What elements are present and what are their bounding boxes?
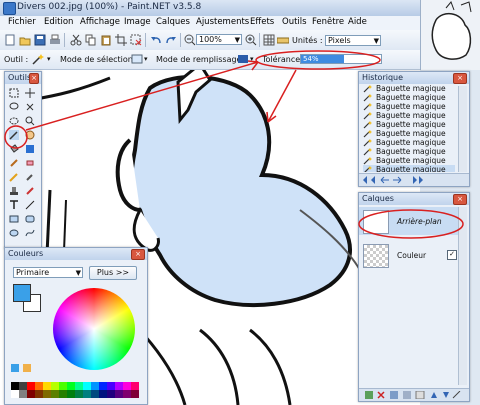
paint-net-window: Divers 002.jpg (100%) - Paint.NET v3.5.8…: [0, 0, 480, 405]
primary-color-swatch[interactable]: [13, 284, 31, 302]
annotation-overlay: [4, 50, 464, 239]
layer-highlight-ellipse: [358, 209, 464, 239]
tolerance-highlight-ellipse: [255, 50, 381, 70]
tool-highlight-circle: [4, 125, 28, 149]
annotation-arrow-down: [267, 69, 297, 123]
annotation-arrow-line: [25, 61, 259, 131]
arrow-head-icon: [247, 60, 259, 71]
